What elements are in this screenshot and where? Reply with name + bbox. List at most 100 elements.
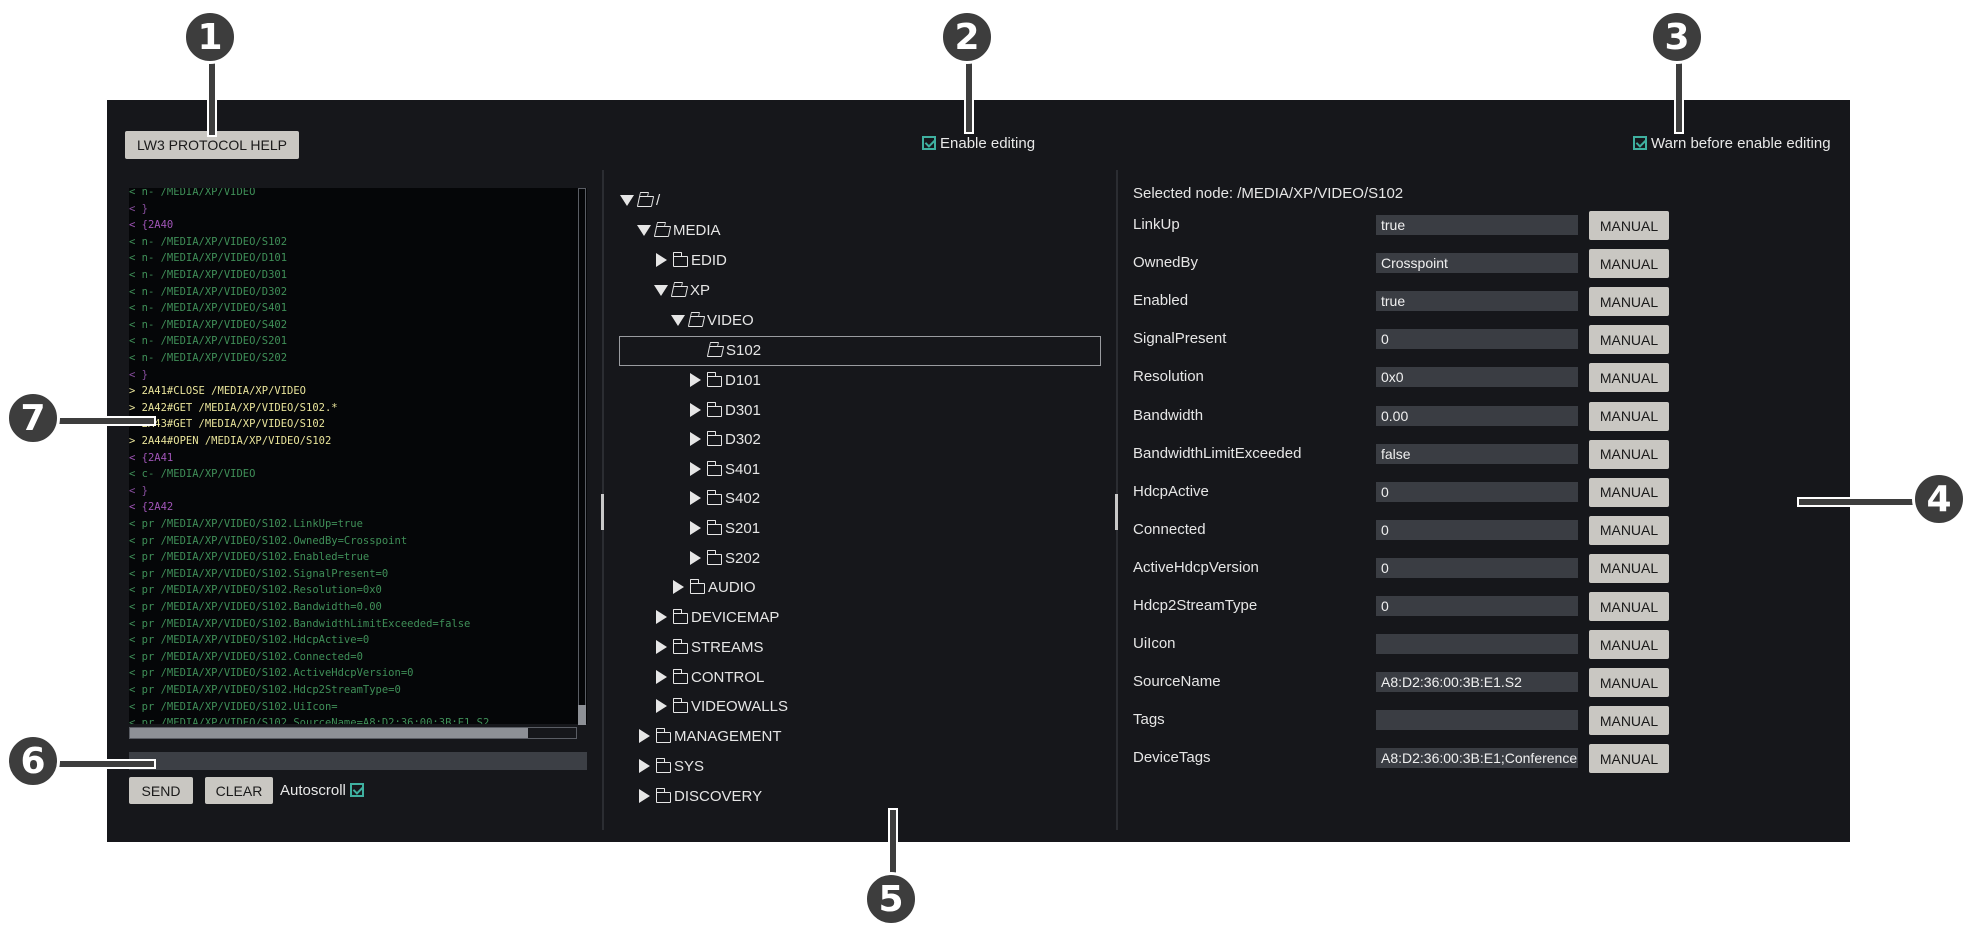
folder-icon <box>672 251 688 267</box>
manual-button[interactable]: MANUAL <box>1589 515 1669 545</box>
property-value-field[interactable]: Crosspoint <box>1376 253 1578 274</box>
expand-caret-down-icon[interactable] <box>620 194 634 206</box>
console-vertical-scroll-thumb[interactable] <box>578 705 586 725</box>
tree-node[interactable]: S402 <box>688 487 760 509</box>
property-value-field[interactable]: 0 <box>1376 557 1578 578</box>
tree-node[interactable]: EDID <box>654 249 727 271</box>
tree-node[interactable]: MEDIA <box>637 219 721 241</box>
expand-caret-right-icon[interactable] <box>639 789 650 803</box>
property-value-field[interactable] <box>1376 710 1578 731</box>
manual-button[interactable]: MANUAL <box>1589 668 1669 698</box>
expand-caret-right-icon[interactable] <box>639 759 650 773</box>
enable-editing-toggle[interactable]: Enable editing <box>922 133 1035 153</box>
manual-button[interactable]: MANUAL <box>1589 592 1669 621</box>
tree-node[interactable]: DEVICEMAP <box>654 606 779 628</box>
property-value-field[interactable]: A8:D2:36:00:3B:E1.S2 <box>1376 672 1578 693</box>
expand-caret-right-icon[interactable] <box>690 403 701 417</box>
property-value-field[interactable]: 0 <box>1376 596 1578 616</box>
expand-caret-right-icon[interactable] <box>656 699 667 713</box>
manual-button[interactable]: MANUAL <box>1589 477 1669 507</box>
expand-caret-right-icon[interactable] <box>690 491 701 505</box>
expand-caret-down-icon[interactable] <box>654 284 668 296</box>
expand-caret-right-icon[interactable] <box>656 610 667 624</box>
manual-button[interactable]: MANUAL <box>1589 401 1669 431</box>
manual-button[interactable]: MANUAL <box>1589 706 1669 736</box>
enable-editing-checkbox[interactable] <box>922 136 936 150</box>
expand-caret-right-icon[interactable] <box>690 462 701 476</box>
property-value-field[interactable]: 0.00 <box>1376 405 1578 426</box>
tree-node[interactable]: VIDEO <box>671 309 754 331</box>
folder-icon <box>655 787 671 803</box>
expand-caret-right-icon[interactable] <box>656 670 667 684</box>
property-value-field[interactable]: 0 <box>1376 481 1578 502</box>
tree-selected-highlight <box>619 336 1101 366</box>
expand-caret-right-icon[interactable] <box>673 580 684 594</box>
property-value-field[interactable]: A8:D2:36:00:3B:E1;Conference <box>1376 748 1578 769</box>
manual-button[interactable]: MANUAL <box>1589 325 1669 355</box>
warn-before-editing-toggle[interactable]: Warn before enable editing <box>1633 133 1831 153</box>
autoscroll-checkbox[interactable] <box>349 783 364 797</box>
property-value-field[interactable]: true <box>1376 291 1578 312</box>
tree-node[interactable]: D302 <box>688 428 761 450</box>
tree-node[interactable]: S401 <box>688 458 760 480</box>
property-value-field[interactable] <box>1376 634 1578 655</box>
tree-node[interactable]: AUDIO <box>671 576 756 598</box>
console-horizontal-scroll-thumb[interactable] <box>130 728 528 738</box>
tree-node-label: EDID <box>691 251 727 269</box>
tree-node[interactable]: CONTROL <box>654 666 764 688</box>
tree-node[interactable]: S201 <box>688 517 760 539</box>
manual-button[interactable]: MANUAL <box>1589 553 1669 583</box>
clear-button[interactable]: CLEAR <box>205 777 273 804</box>
expand-caret-right-icon[interactable] <box>656 640 667 654</box>
warn-before-editing-checkbox[interactable] <box>1633 136 1647 150</box>
tree-node[interactable]: VIDEOWALLS <box>654 695 788 717</box>
manual-button[interactable]: MANUAL <box>1589 363 1669 393</box>
console-line: < {2A40 <box>129 219 174 232</box>
console-vertical-scrollbar[interactable] <box>578 188 586 724</box>
property-name: HdcpActive <box>1133 482 1209 500</box>
expand-caret-right-icon[interactable] <box>656 253 667 267</box>
right-splitter-handle[interactable] <box>1115 494 1118 530</box>
tree-node[interactable]: DISCOVERY <box>637 785 762 807</box>
expand-caret-right-icon[interactable] <box>690 373 701 387</box>
tree-node[interactable]: S102 <box>706 339 761 361</box>
tree-node[interactable]: STREAMS <box>654 636 764 658</box>
folder-open-icon <box>670 285 689 297</box>
callout-5: 5 <box>864 872 918 926</box>
property-value-field[interactable]: true <box>1376 215 1578 235</box>
property-value-field[interactable]: 0 <box>1376 329 1578 350</box>
manual-button[interactable]: MANUAL <box>1589 211 1669 240</box>
console-line: < n- /MEDIA/XP/VIDEO/S402 <box>129 318 288 331</box>
tree-node[interactable]: D101 <box>688 369 761 391</box>
expand-caret-down-icon[interactable] <box>671 314 685 326</box>
expand-caret-right-icon[interactable] <box>690 521 701 535</box>
terminal-console[interactable]: < n- /MEDIA/XP/VIDEO < } < {2A40 < n- /MEDI… <box>129 188 587 724</box>
tree-node[interactable]: / <box>620 189 660 211</box>
expand-caret-right-icon[interactable] <box>639 729 650 743</box>
autoscroll-toggle[interactable]: Autoscroll <box>280 780 364 800</box>
property-value-field[interactable]: 0 <box>1376 519 1578 540</box>
manual-button[interactable]: MANUAL <box>1589 439 1669 469</box>
command-input[interactable] <box>129 752 587 770</box>
manual-button[interactable]: MANUAL <box>1589 287 1669 317</box>
console-line: < pr /MEDIA/XP/VIDEO/S102.Enabled=true <box>129 551 370 564</box>
expand-caret-down-icon[interactable] <box>637 224 651 236</box>
console-line: < pr /MEDIA/XP/VIDEO/S102.Bandwidth=0.00 <box>129 601 382 613</box>
tree-node[interactable]: MANAGEMENT <box>637 725 782 747</box>
console-line: < n- /MEDIA/XP/VIDEO/S201 <box>129 335 288 348</box>
left-splitter-handle[interactable] <box>601 494 604 530</box>
manual-button[interactable]: MANUAL <box>1589 744 1669 774</box>
tree-node[interactable]: S202 <box>688 547 760 569</box>
property-value-field[interactable]: 0x0 <box>1376 367 1578 388</box>
property-value-field[interactable]: false <box>1376 443 1578 464</box>
tree-node[interactable]: D301 <box>688 399 761 421</box>
tree-node[interactable]: XP <box>654 279 710 301</box>
expand-caret-right-icon[interactable] <box>690 432 701 446</box>
send-button[interactable]: SEND <box>129 777 193 804</box>
console-line: < pr /MEDIA/XP/VIDEO/S102.OwnedBy=Crossp… <box>129 534 408 547</box>
manual-button[interactable]: MANUAL <box>1589 630 1669 660</box>
folder-open-icon <box>687 315 706 327</box>
expand-caret-right-icon[interactable] <box>690 551 701 565</box>
tree-node[interactable]: SYS <box>637 755 704 777</box>
manual-button[interactable]: MANUAL <box>1589 249 1669 279</box>
